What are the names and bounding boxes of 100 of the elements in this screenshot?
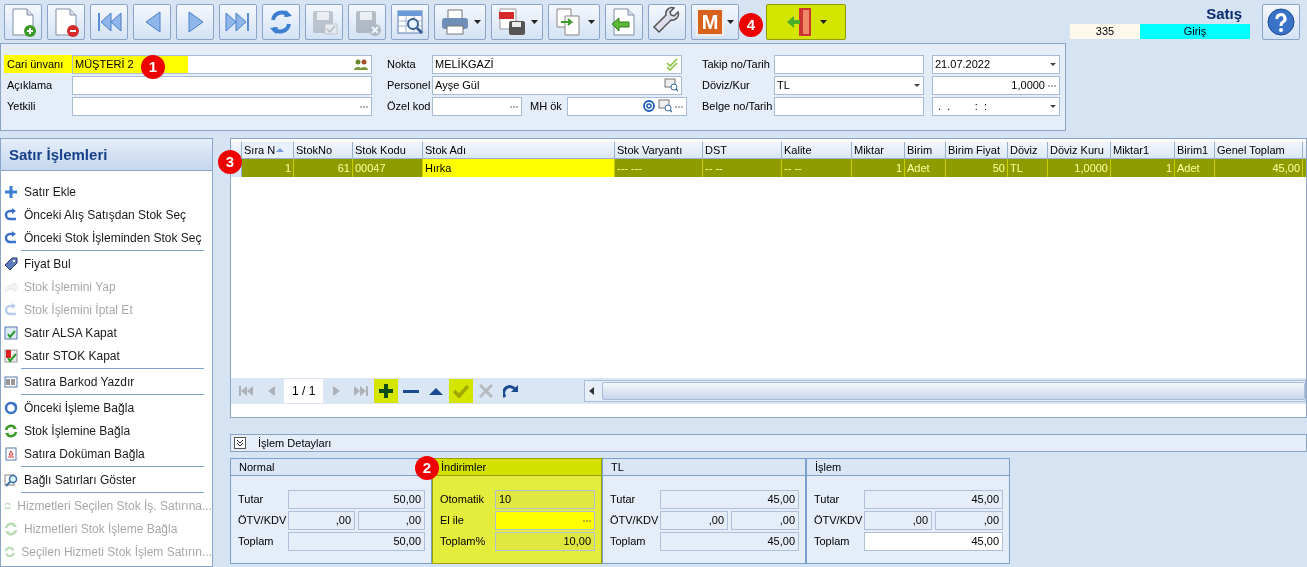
input-field[interactable]: 45,00: [660, 531, 799, 551]
toolbar-button[interactable]: [605, 3, 643, 40]
input-field[interactable]: 21.07.2022: [932, 54, 1060, 74]
input-field[interactable]: 10: [495, 489, 595, 509]
toolbar-button[interactable]: [262, 3, 300, 40]
swap-arrows-icon: [4, 423, 18, 438]
input-field[interactable]: MELİKGAZİ: [432, 54, 682, 74]
input-field[interactable]: 45,00: [660, 489, 799, 509]
column-header[interactable]: Döviz: [1008, 142, 1048, 158]
toolbar-button[interactable]: [47, 3, 85, 40]
caret-icon: [1050, 104, 1056, 108]
column-header[interactable]: Kalite: [782, 142, 852, 158]
input-field[interactable]: [495, 510, 595, 530]
table-cell: TL: [1008, 159, 1048, 177]
input-field[interactable]: Ayşe Gül: [432, 75, 682, 95]
table-cell: 1,0000: [1048, 159, 1111, 177]
column-header[interactable]: StokNo: [294, 142, 353, 158]
page-indicator: 1 / 1: [284, 379, 324, 403]
document-icon: [4, 446, 18, 461]
column-header[interactable]: Birim Fiyat: [946, 142, 1008, 158]
input-field[interactable]: ,00: [660, 510, 728, 530]
menu-item[interactable]: Satıra Doküman Bağla: [1, 442, 212, 465]
caret-icon: [474, 19, 481, 24]
menu-item[interactable]: Satır ALSA Kapat: [1, 321, 212, 344]
menu-item[interactable]: Stok İşlemine Bağla: [1, 419, 212, 442]
toolbar-button[interactable]: [766, 3, 846, 40]
field-label: Özel kod: [386, 99, 432, 114]
table-cell: Hırka: [423, 159, 615, 177]
input-field[interactable]: 45,00: [864, 531, 1003, 551]
caret-icon: [588, 19, 595, 24]
mode-label: Giriş: [1140, 24, 1250, 39]
table-cell: 61: [294, 159, 353, 177]
column-header[interactable]: Döviz Kuru: [1048, 142, 1111, 158]
table-cell: Adet: [905, 159, 946, 177]
input-field[interactable]: TL: [774, 75, 924, 95]
menu-item[interactable]: Önceki İşleme Bağla: [1, 396, 212, 419]
toolbar-button[interactable]: [548, 3, 600, 40]
column-header[interactable]: Birim1: [1175, 142, 1215, 158]
toolbar-button[interactable]: [391, 3, 429, 40]
input-field[interactable]: 50,00: [288, 531, 425, 551]
menu-item[interactable]: Bağlı Satırları Göster: [1, 468, 212, 491]
table-cell: Adet: [1175, 159, 1215, 177]
input-field[interactable]: ,00: [731, 510, 799, 530]
input-field[interactable]: [774, 96, 924, 116]
input-field[interactable]: [567, 96, 687, 116]
menu-item[interactable]: Önceki Alış Satışdan Stok Seç: [1, 203, 212, 226]
input-field[interactable]: ,00: [935, 510, 1003, 530]
caret-icon: [1050, 62, 1056, 66]
collapse-button[interactable]: [234, 437, 246, 449]
menu-item[interactable]: Satıra Barkod Yazdır: [1, 370, 212, 393]
column-header[interactable]: Stok Adı: [423, 142, 615, 158]
help-button[interactable]: [1262, 3, 1300, 40]
input-field[interactable]: 50,00: [288, 489, 425, 509]
horizontal-scrollbar[interactable]: [584, 380, 1306, 402]
menu-item[interactable]: Fiyat Bul: [1, 252, 212, 275]
flag-check-icon: [4, 348, 18, 363]
check-icon: [453, 384, 470, 398]
field-label: Nokta: [386, 57, 417, 72]
menu-item[interactable]: Satır STOK Kapat: [1, 344, 212, 367]
input-field[interactable]: [72, 75, 372, 95]
return-arrow-icon: [4, 207, 18, 222]
field-label: Toplam: [238, 533, 275, 549]
input-field[interactable]: 10,00: [495, 531, 595, 551]
input-field[interactable]: [432, 96, 522, 116]
field-label: Tutar: [814, 491, 841, 507]
toolbar-button[interactable]: M: [691, 3, 739, 40]
column-header[interactable]: Miktar1: [1111, 142, 1175, 158]
column-header[interactable]: Birim: [905, 142, 946, 158]
input-field[interactable]: 1,0000: [932, 75, 1060, 95]
toolbar-button[interactable]: [219, 3, 257, 40]
skip-back-icon: [239, 386, 253, 396]
column-header[interactable]: Stok Varyantı: [615, 142, 703, 158]
swap-arrows-icon: [4, 544, 16, 559]
toolbar-button[interactable]: [4, 3, 42, 40]
input-field[interactable]: ,00: [358, 510, 425, 530]
nav-button[interactable]: [374, 379, 399, 403]
input-field[interactable]: 45,00: [864, 489, 1003, 509]
column-header[interactable]: DST: [703, 142, 782, 158]
column-header[interactable]: Genel Toplam: [1215, 142, 1303, 158]
menu-item[interactable]: Önceki Stok İşleminden Stok Seç: [1, 226, 212, 249]
plus-icon: [379, 384, 394, 398]
swap-arrows-icon: [4, 521, 18, 536]
chevron-icon: [236, 439, 244, 447]
document-title: Satış: [1206, 4, 1243, 24]
toolbar-button[interactable]: [648, 3, 686, 40]
column-header[interactable]: Miktar: [852, 142, 905, 158]
menu-item[interactable]: Satır Ekle: [1, 180, 212, 203]
column-header[interactable]: Sıra N: [242, 142, 294, 158]
input-field[interactable]: [774, 54, 924, 74]
input-field[interactable]: . . : :: [932, 96, 1060, 116]
input-field[interactable]: ,00: [864, 510, 932, 530]
column-header[interactable]: Stok Kodu: [353, 142, 423, 158]
toolbar-button[interactable]: [434, 3, 486, 40]
document-check-icon: [4, 325, 18, 340]
cross-icon: [479, 384, 494, 398]
input-field[interactable]: [72, 96, 372, 116]
toolbar-button[interactable]: [90, 3, 128, 40]
field-label: MH ök: [529, 99, 563, 114]
toolbar-button[interactable]: [491, 3, 543, 40]
input-field[interactable]: ,00: [288, 510, 355, 530]
